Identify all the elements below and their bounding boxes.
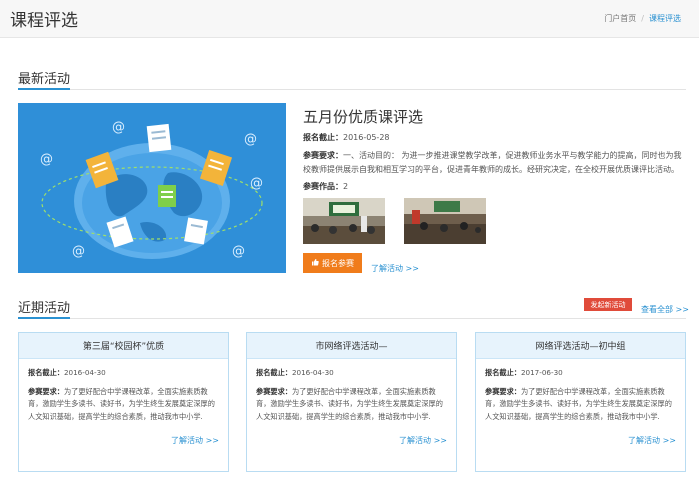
card-title[interactable]: 第三届“校园杯”优质 (19, 333, 228, 359)
card-requirement: 参赛要求：为了更好配合中学课程改革，全面实施素质教育，激励学生多读书、读好书，为… (256, 386, 447, 424)
deadline-label: 报名截止： (256, 368, 292, 377)
card-learn-more-link[interactable]: 了解活动 >> (628, 435, 676, 446)
deadline-label: 报名截止： (303, 133, 343, 142)
latest-works: 参赛作品：2 (303, 180, 348, 194)
breadcrumb-current: 课程评选 (649, 14, 681, 23)
at-sign-icon: @ (40, 152, 53, 167)
classroom-photo (404, 198, 486, 244)
at-sign-icon: @ (244, 132, 257, 147)
latest-section-header: 最新活动 (18, 68, 686, 90)
latest-learn-more-link[interactable]: 了解活动 >> (371, 263, 419, 274)
works-count: 2 (343, 182, 349, 191)
latest-section-label: 最新活动 (18, 68, 71, 90)
thumbs-up-icon (311, 258, 319, 268)
latest-deadline: 报名截止：2016-05-28 (303, 131, 390, 145)
at-sign-icon: @ (250, 176, 263, 191)
card-deadline: 报名截止：2017-06-30 (485, 367, 676, 380)
signup-button-label: 报名参赛 (322, 258, 354, 268)
requirement-label: 参赛要求： (485, 386, 521, 396)
activity-card[interactable]: 网络评选活动—初中组 报名截止：2017-06-30 参赛要求：为了更好配合中学… (475, 332, 686, 472)
card-deadline: 报名截止：2016-04-30 (28, 367, 219, 380)
requirement-label: 参赛要求： (28, 386, 64, 396)
latest-activity-title[interactable]: 五月份优质课评选 (303, 106, 423, 127)
globe-illustration: @ @ @ @ @ @ (18, 103, 286, 273)
document-icon (146, 123, 172, 153)
deadline-label: 报名截止： (28, 368, 64, 377)
work-thumbnail-2[interactable] (404, 198, 486, 244)
at-sign-icon: @ (112, 120, 125, 135)
card-requirement: 参赛要求：为了更好配合中学课程改革，全面实施素质教育，激励学生多读书、读好书，为… (485, 386, 676, 424)
card-learn-more-link[interactable]: 了解活动 >> (171, 435, 219, 446)
deadline-value: 2016-04-30 (63, 368, 106, 377)
breadcrumb: 门户首页 / 课程评选 (604, 13, 681, 24)
requirement-text: 一、活动目的： 为进一步推进课堂教学改革，促进教师业务水平与教学能力的提高，同时… (303, 151, 682, 174)
deadline-value: 2017-06-30 (520, 368, 563, 377)
card-title[interactable]: 网络评选活动—初中组 (476, 333, 685, 359)
signup-button[interactable]: 报名参赛 (303, 253, 362, 273)
at-sign-icon: @ (232, 244, 245, 259)
activity-card[interactable]: 市网络评选活动— 报名截止：2016-04-30 参赛要求：为了更好配合中学课程… (246, 332, 457, 472)
activity-card[interactable]: 第三届“校园杯”优质 报名截止：2016-04-30 参赛要求：为了更好配合中学… (18, 332, 229, 472)
featured-activity-image[interactable]: @ @ @ @ @ @ (18, 103, 286, 273)
deadline-value: 2016-04-30 (291, 368, 334, 377)
deadline-value: 2016-05-28 (343, 133, 390, 142)
requirement-label: 参赛要求： (256, 386, 292, 396)
requirement-label: 参赛要求： (303, 151, 343, 160)
top-bar: 课程评选 门户首页 / 课程评选 (0, 0, 699, 38)
works-label: 参赛作品： (303, 182, 343, 191)
at-sign-icon: @ (72, 244, 85, 259)
document-icon (158, 185, 176, 207)
breadcrumb-home-link[interactable]: 门户首页 (604, 14, 636, 23)
launch-activity-button[interactable]: 发起新活动 (584, 298, 632, 311)
document-icon (184, 217, 208, 245)
work-thumbnail-1[interactable] (303, 198, 385, 244)
card-requirement: 参赛要求：为了更好配合中学课程改革，全面实施素质教育，激励学生多读书、读好书，为… (28, 386, 219, 424)
deadline-label: 报名截止： (485, 368, 521, 377)
view-all-link[interactable]: 查看全部 >> (641, 304, 689, 315)
classroom-photo (303, 198, 385, 244)
latest-requirement: 参赛要求：一、活动目的： 为进一步推进课堂教学改革，促进教师业务水平与教学能力的… (303, 149, 683, 177)
breadcrumb-separator: / (641, 14, 644, 23)
card-learn-more-link[interactable]: 了解活动 >> (399, 435, 447, 446)
card-title[interactable]: 市网络评选活动— (247, 333, 456, 359)
card-deadline: 报名截止：2016-04-30 (256, 367, 447, 380)
page-title: 课程评选 (10, 11, 78, 31)
recent-section-label: 近期活动 (18, 297, 71, 319)
